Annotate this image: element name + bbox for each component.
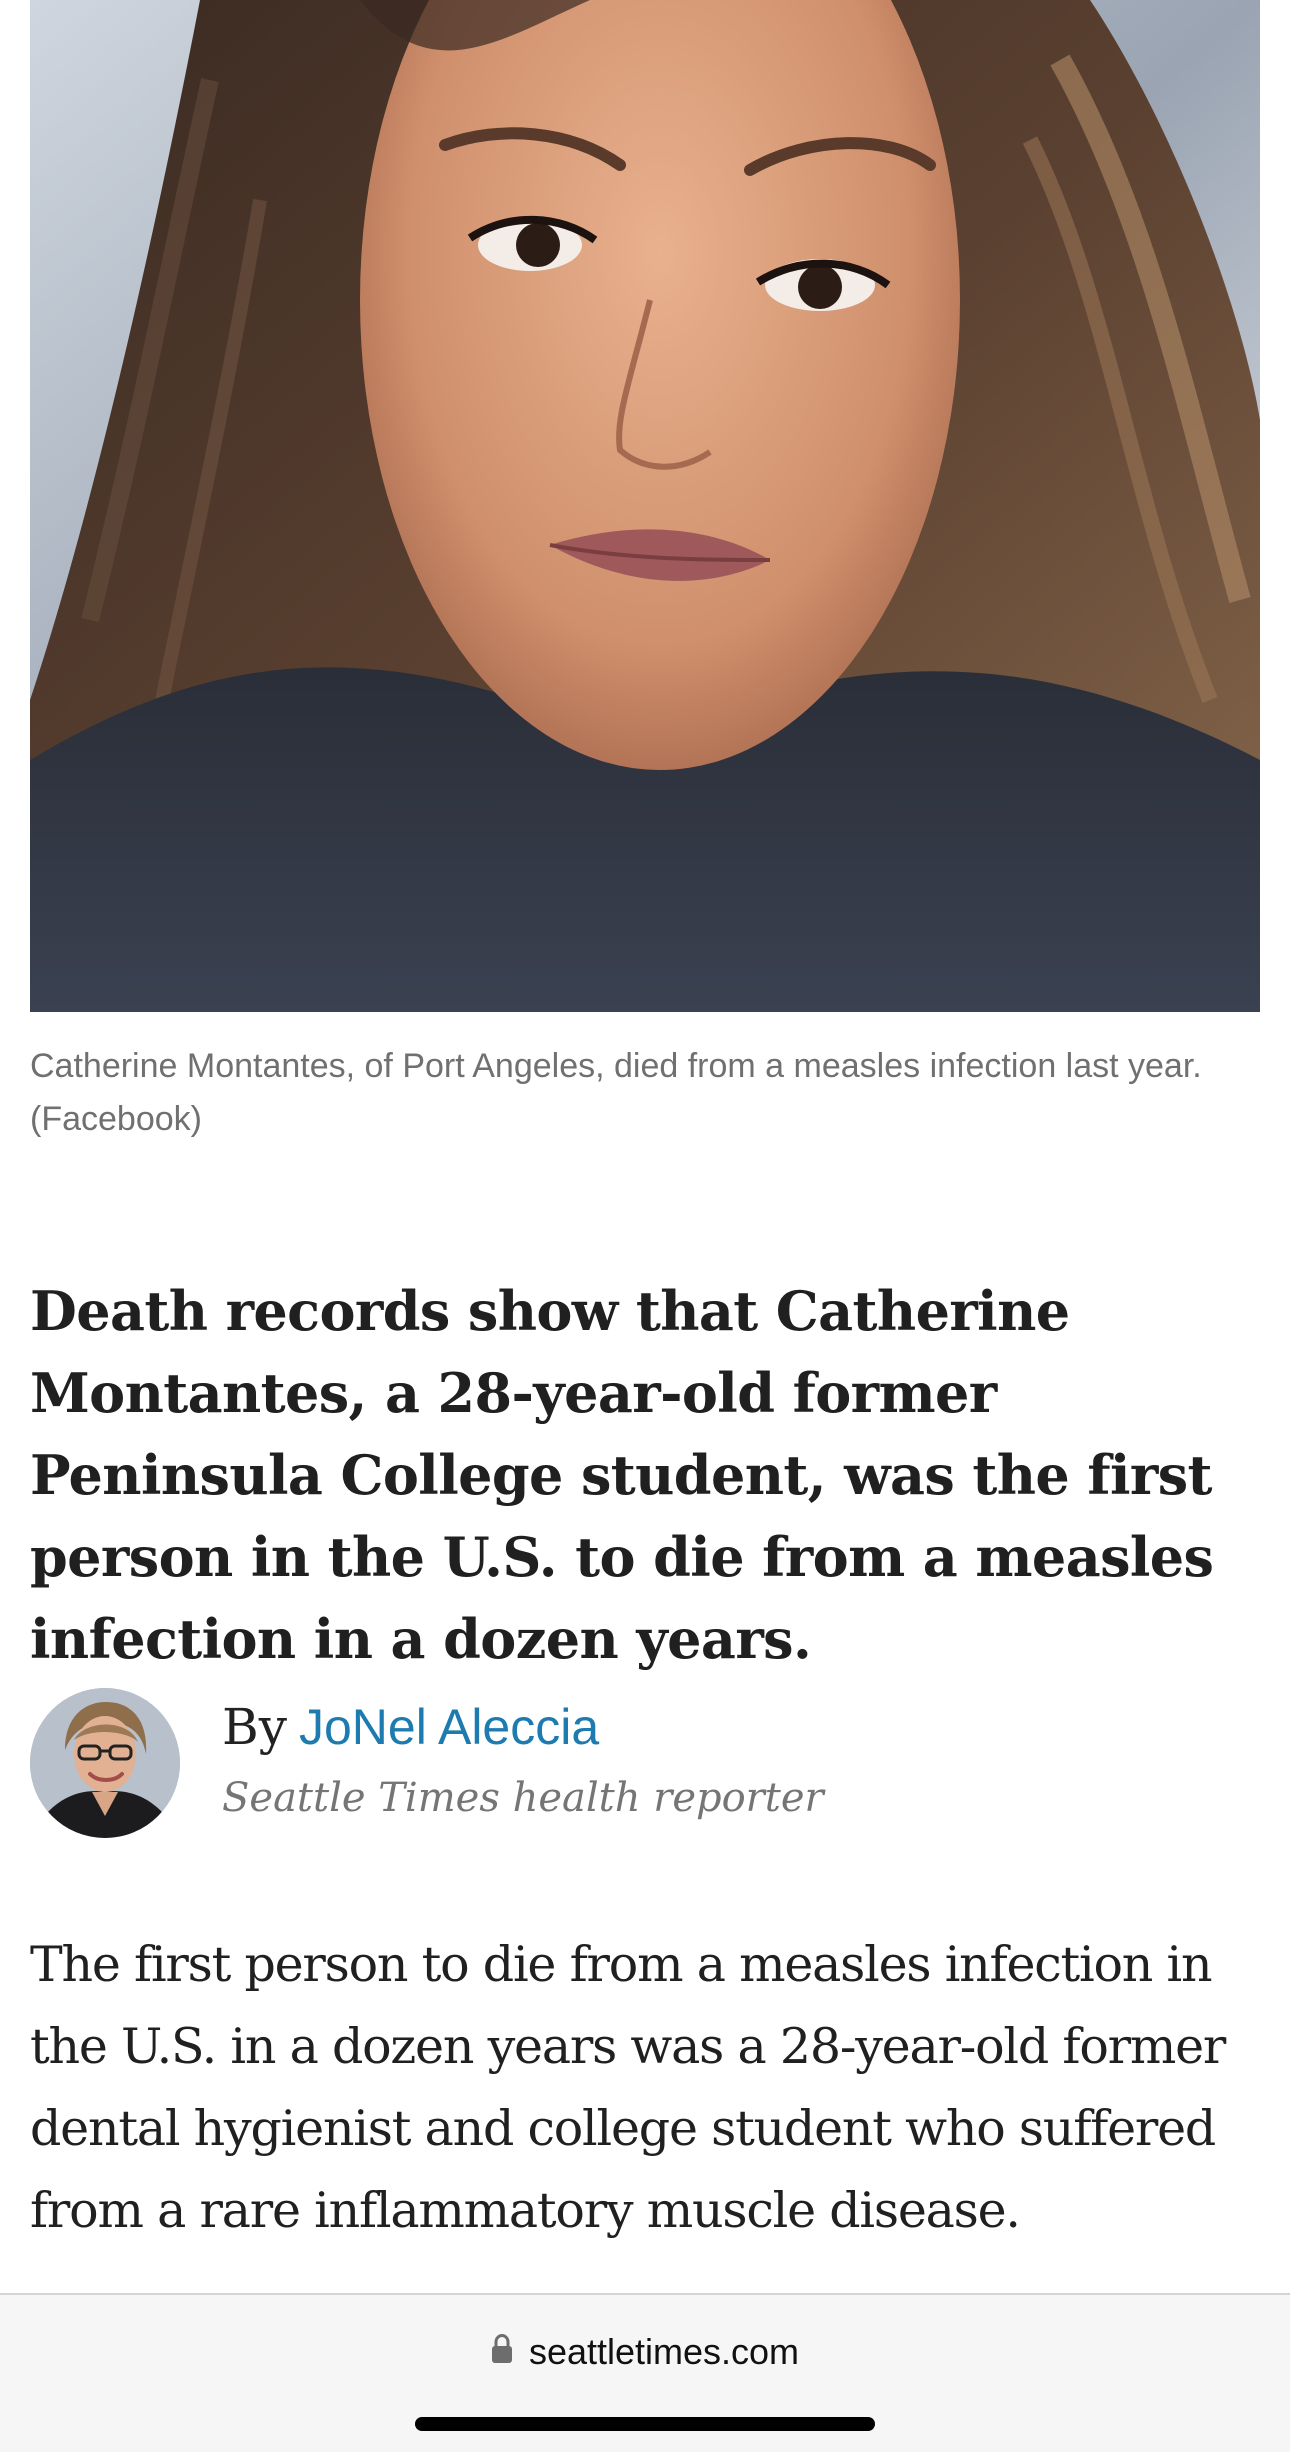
home-indicator[interactable]	[415, 2417, 875, 2431]
author-name-link[interactable]: JoNel Aleccia	[299, 1699, 599, 1755]
article-body-paragraph: The first person to die from a measles i…	[30, 1936, 1226, 2239]
byline-author-line: By JoNel Aleccia	[222, 1692, 824, 1762]
photo-caption: Catherine Montantes, of Port Angeles, di…	[30, 1047, 1202, 1138]
author-avatar[interactable]	[30, 1688, 180, 1838]
byline-prefix: By	[222, 1698, 287, 1756]
url-text: seattletimes.com	[528, 2331, 800, 2372]
byline-text: By JoNel Aleccia Seattle Times health rep…	[222, 1692, 824, 1828]
article-headline: Death records show that Catherine Montan…	[30, 1279, 1214, 1671]
lock-icon	[491, 2333, 513, 2364]
browser-address-bar[interactable]: seattletimes.com	[0, 2293, 1290, 2452]
byline: By JoNel Aleccia Seattle Times health rep…	[30, 1688, 1260, 1838]
url-display[interactable]: seattletimes.com	[0, 2331, 1290, 2373]
author-title: Seattle Times health reporter	[222, 1775, 824, 1821]
hero-photo	[30, 0, 1260, 1012]
